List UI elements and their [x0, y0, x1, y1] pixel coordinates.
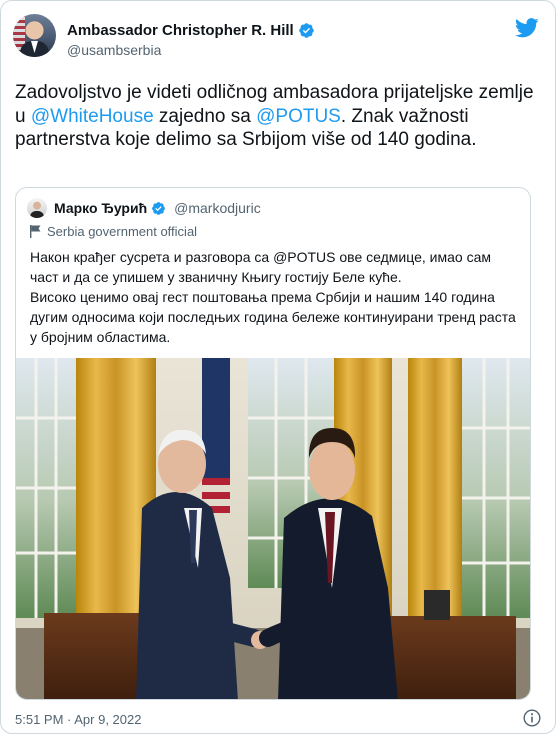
- mention-link-potus[interactable]: @POTUS: [256, 106, 341, 127]
- quoted-tweet[interactable]: Марко Ђурић @markodjuric Serbia governme…: [15, 187, 531, 700]
- verified-badge-icon: [152, 201, 166, 215]
- quoted-paragraph: Високо ценимо овај гест поштовања према …: [30, 289, 516, 345]
- quoted-author-handle[interactable]: @markodjuric: [174, 200, 261, 216]
- quoted-tweet-body: Након крађег сусрета и разговора са @POT…: [30, 247, 522, 347]
- author-handle[interactable]: @usambserbia: [67, 42, 161, 58]
- twitter-bird-icon[interactable]: [515, 18, 539, 38]
- author-name[interactable]: Ambassador Christopher R. Hill: [67, 22, 294, 39]
- quoted-author-name[interactable]: Марко Ђурић: [54, 200, 147, 216]
- quoted-author-row[interactable]: Марко Ђурић @markodjuric: [54, 200, 261, 216]
- tweet-text-segment: zajedno sa: [153, 105, 257, 127]
- tweet-timestamp[interactable]: 5:51 PM · Apr 9, 2022: [15, 712, 141, 727]
- tweet-embed-card: Ambassador Christopher R. Hill @usambser…: [0, 0, 556, 734]
- tweet-body: Zadovoljstvo je videti odličnog ambasado…: [15, 81, 535, 152]
- flag-icon: [30, 225, 41, 238]
- author-avatar[interactable]: [13, 14, 56, 57]
- government-label: Serbia government official: [30, 224, 197, 239]
- quoted-photo[interactable]: [16, 358, 531, 700]
- info-icon[interactable]: [523, 709, 541, 727]
- quoted-author-avatar[interactable]: [27, 198, 47, 218]
- government-label-text: Serbia government official: [47, 224, 198, 239]
- mention-link-whitehouse[interactable]: @WhiteHouse: [31, 106, 154, 127]
- quoted-paragraph: Након крађег сусрета и разговора са @POT…: [30, 249, 491, 285]
- author-name-row[interactable]: Ambassador Christopher R. Hill: [67, 22, 315, 39]
- verified-badge-icon: [298, 23, 314, 38]
